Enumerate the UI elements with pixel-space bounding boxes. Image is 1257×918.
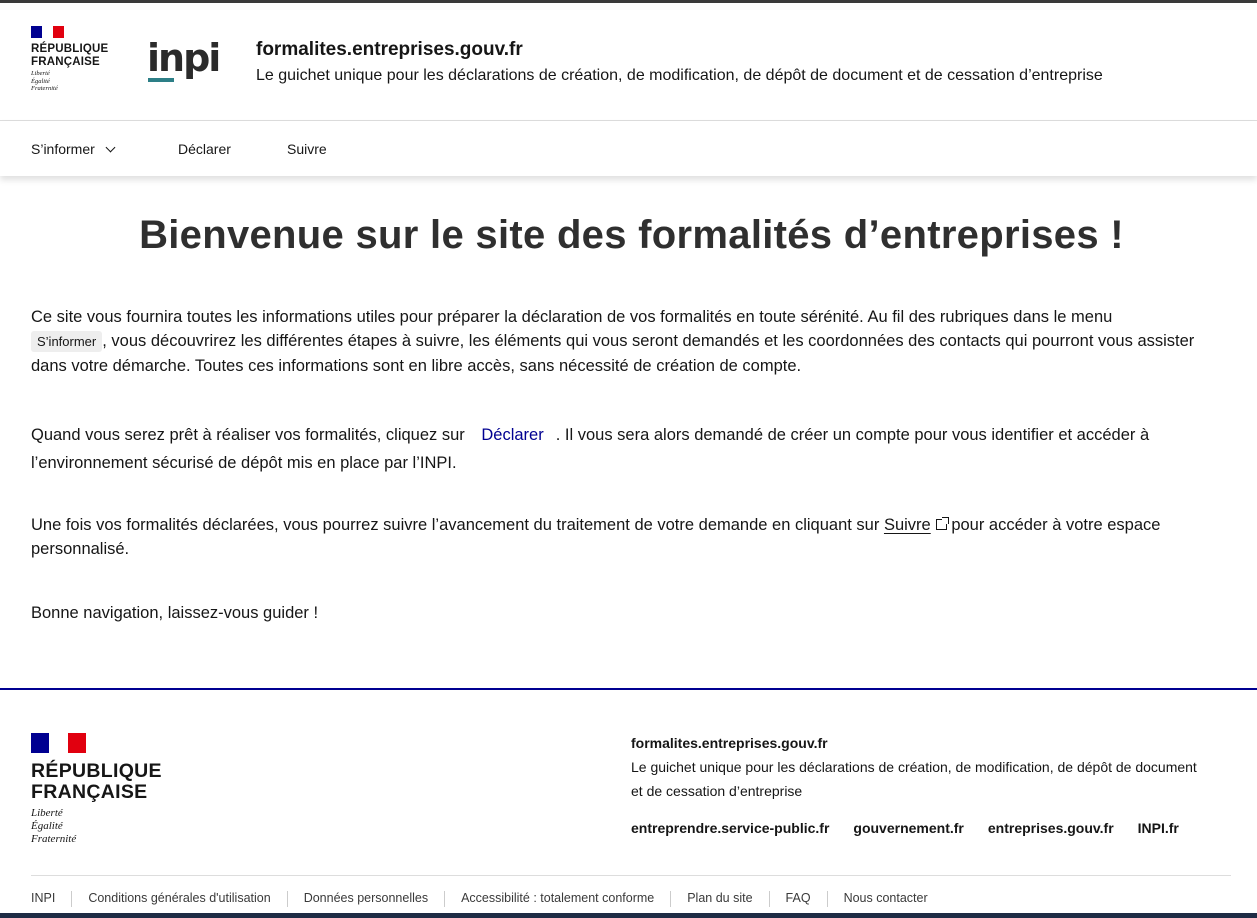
suivre-paragraph: Une fois vos formalités déclarées, vous … — [31, 513, 1231, 561]
motto-egalite: Égalité — [31, 77, 50, 85]
suivre-text-start: Une fois vos formalités déclarées, vous … — [31, 516, 880, 534]
footer-republique-francaise-logo[interactable]: RÉPUBLIQUE FRANÇAISE Liberté Égalité Fra… — [31, 733, 162, 846]
nav-item-label: S’informer — [31, 141, 95, 157]
divider — [670, 890, 672, 907]
intro-text-start: Ce site vous fournira toutes les informa… — [31, 308, 1113, 326]
inpi-logo[interactable]: inpi — [147, 36, 221, 83]
nav-item-declarer[interactable]: Déclarer — [178, 140, 231, 158]
french-flag-icon — [31, 733, 86, 753]
closing-paragraph: Bonne navigation, laissez-vous guider ! — [31, 604, 319, 622]
chevron-down-icon — [105, 142, 116, 153]
footer-rf-name-line2: FRANÇAISE — [31, 781, 148, 803]
service-title[interactable]: formalites.entreprises.gouv.fr — [256, 38, 1103, 62]
inpi-logo-bar — [148, 78, 174, 82]
footer-links: entreprendre.service-public.fr gouverneme… — [631, 820, 1203, 836]
divider — [286, 890, 288, 907]
footer-divider — [31, 875, 1231, 876]
intro-text-end: , vous découvrirez les différentes étape… — [31, 332, 1195, 375]
sinformer-tag: S’informer — [31, 331, 103, 352]
footer-motto-fraternite: Fraternité — [31, 833, 77, 845]
divider — [71, 890, 73, 907]
service-tagline: Le guichet unique pour les déclarations … — [256, 67, 1103, 84]
rf-motto: Liberté Égalité Fraternité — [31, 70, 121, 93]
nav-item-label: Suivre — [287, 141, 327, 157]
suivre-link-label: Suivre — [883, 516, 931, 534]
footer-link-service-public[interactable]: entreprendre.service-public.fr — [631, 820, 829, 836]
footer-rf-motto: Liberté Égalité Fraternité — [31, 807, 162, 846]
service-title-block: formalites.entreprises.gouv.fr Le guiche… — [256, 38, 1103, 90]
suivre-link[interactable]: Suivre — [883, 516, 949, 534]
footer-link-inpi[interactable]: INPI.fr — [1138, 820, 1179, 836]
footer-motto-egalite: Égalité — [31, 820, 63, 832]
footer-bottom-link-donnees-personnelles[interactable]: Données personnelles — [304, 891, 428, 905]
footer-motto-liberte: Liberté — [31, 807, 63, 819]
external-link-icon — [935, 517, 949, 530]
intro-paragraph: Ce site vous fournira toutes les informa… — [31, 305, 1231, 378]
divider — [826, 890, 828, 907]
declarer-paragraph: Quand vous serez prêt à réaliser vos for… — [31, 421, 1231, 477]
french-flag-icon — [31, 26, 64, 38]
window-bottom-bar — [0, 913, 1257, 918]
footer-description: Le guichet unique pour les déclarations … — [631, 759, 1197, 799]
footer-rf-name: RÉPUBLIQUE FRANÇAISE — [31, 761, 162, 803]
footer-bottom-link-faq[interactable]: FAQ — [786, 891, 811, 905]
footer-link-entreprises[interactable]: entreprises.gouv.fr — [988, 820, 1114, 836]
footer-bottom-links: INPI Conditions générales d'utilisation Do… — [31, 889, 928, 907]
footer-link-gouvernement[interactable]: gouvernement.fr — [853, 820, 963, 836]
rf-name-line2: FRANÇAISE — [31, 55, 100, 68]
motto-fraternite: Fraternité — [31, 85, 58, 92]
footer-top-border — [0, 688, 1257, 690]
divider — [444, 890, 446, 907]
nav-item-sinformer[interactable]: S’informer — [31, 140, 116, 158]
page-title: Bienvenue sur le site des formalités d’e… — [139, 213, 1124, 257]
nav-item-label: Déclarer — [178, 141, 231, 157]
footer-bottom-link-cgu[interactable]: Conditions générales d'utilisation — [88, 891, 270, 905]
footer-info: formalites.entreprises.gouv.fr Le guiche… — [631, 731, 1231, 803]
footer-bottom-link-inpi[interactable]: INPI — [31, 891, 55, 905]
inpi-logo-text: inpi — [147, 36, 221, 80]
footer-bottom-link-plan-du-site[interactable]: Plan du site — [687, 891, 752, 905]
rf-name: RÉPUBLIQUE FRANÇAISE — [31, 43, 121, 68]
declarer-text-start: Quand vous serez prêt à réaliser vos for… — [31, 426, 465, 444]
declarer-link[interactable]: Déclarer — [469, 426, 555, 444]
footer-title: formalites.entreprises.gouv.fr — [631, 735, 828, 751]
footer-rf-name-line1: RÉPUBLIQUE — [31, 760, 162, 782]
main-nav: S’informer Déclarer Suivre — [0, 121, 1257, 176]
motto-liberte: Liberté — [31, 70, 50, 77]
footer-bottom-link-accessibilite[interactable]: Accessibilité : totalement conforme — [461, 891, 654, 905]
divider — [768, 890, 770, 907]
footer-bottom-link-contact[interactable]: Nous contacter — [844, 891, 928, 905]
republique-francaise-logo[interactable]: RÉPUBLIQUE FRANÇAISE Liberté Égalité Fra… — [31, 26, 121, 93]
nav-item-suivre[interactable]: Suivre — [287, 140, 327, 158]
rf-name-line1: RÉPUBLIQUE — [31, 43, 109, 55]
site-header: RÉPUBLIQUE FRANÇAISE Liberté Égalité Fra… — [0, 3, 1257, 121]
